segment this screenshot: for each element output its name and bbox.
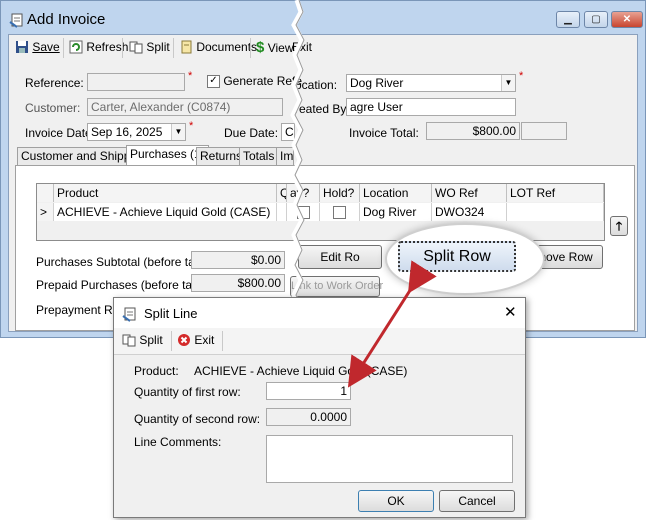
callout-arrow xyxy=(347,260,437,388)
